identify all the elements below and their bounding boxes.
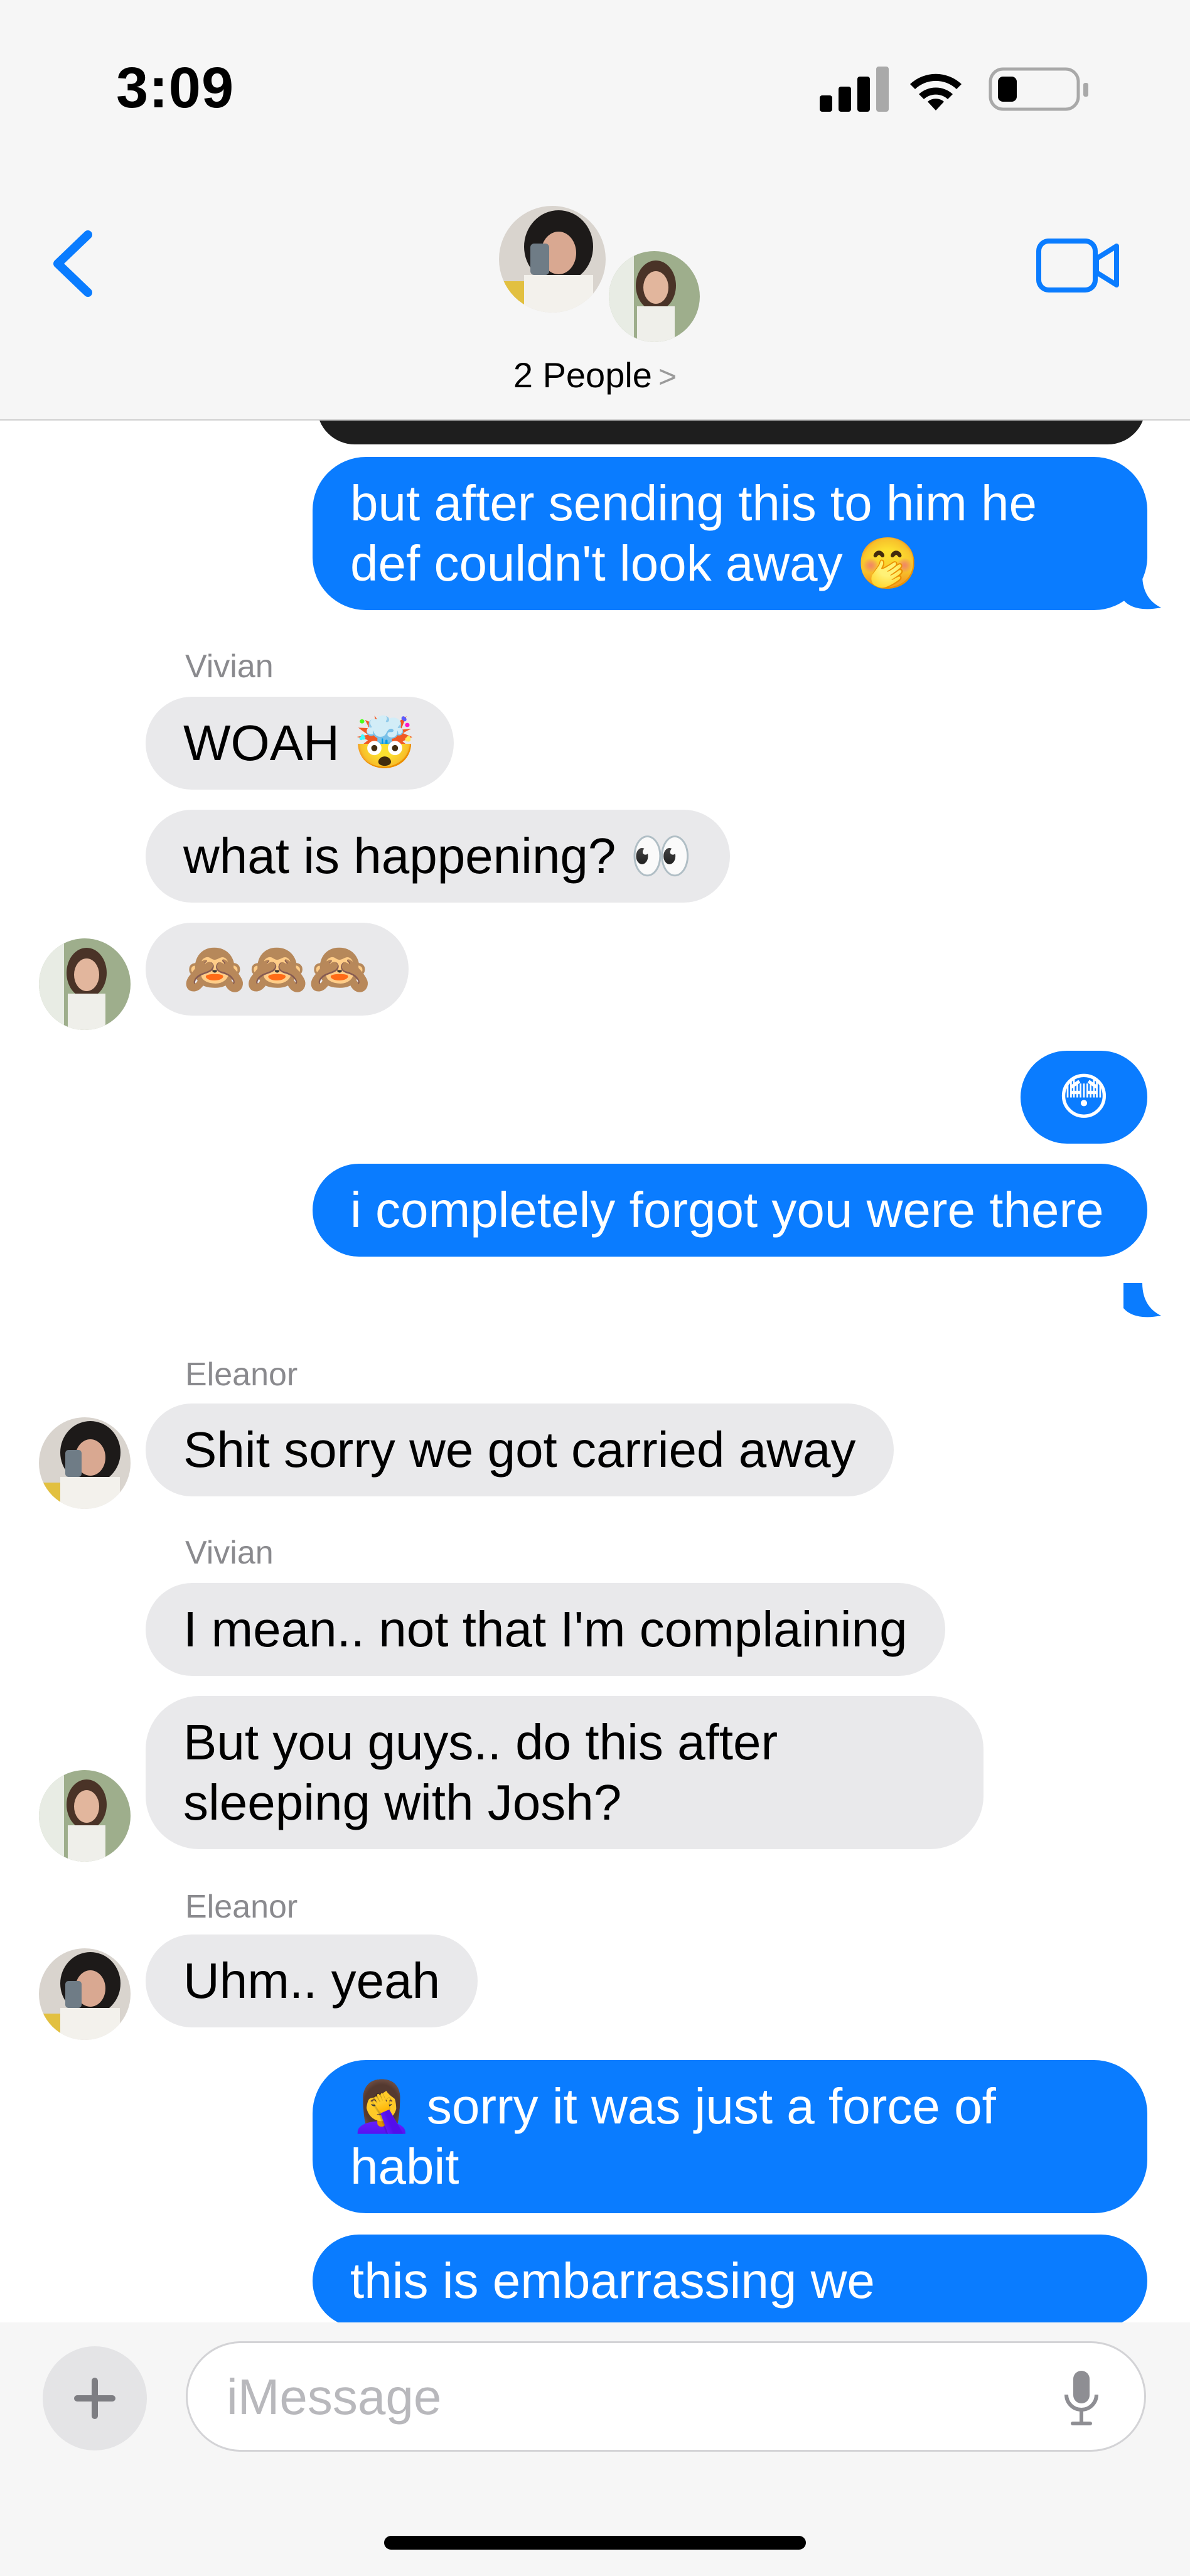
bubble-tail [1123, 575, 1161, 609]
message-incoming[interactable]: Shit sorry we got carried away [146, 1403, 894, 1496]
message-outgoing[interactable]: 😳 [1021, 1051, 1147, 1144]
message-incoming[interactable]: 🙈🙈🙈 [146, 923, 409, 1016]
plus-icon [74, 2378, 115, 2419]
status-time: 3:09 [116, 56, 235, 120]
avatar-vivian[interactable] [606, 248, 703, 345]
image-attachment[interactable] [317, 419, 1145, 444]
message-incoming[interactable]: WOAH 🤯 [146, 697, 454, 790]
sender-name: Eleanor [185, 1356, 298, 1393]
sender-name: Vivian [185, 1535, 274, 1571]
message-outgoing[interactable]: but after sending this to him he def cou… [313, 457, 1147, 610]
message-incoming[interactable]: But you guys.. do this after sleeping wi… [146, 1696, 984, 1849]
message-incoming[interactable]: Uhm.. yeah [146, 1935, 478, 2027]
message-incoming[interactable]: I mean.. not that I'm complaining [146, 1583, 945, 1676]
avatar-eleanor[interactable] [39, 1417, 131, 1509]
wifi-icon [910, 73, 962, 110]
message-outgoing[interactable]: this is embarrassing we [313, 2235, 1147, 2322]
status-icons [820, 67, 1088, 112]
video-call-icon[interactable] [1036, 237, 1121, 294]
home-indicator [384, 2536, 806, 2550]
microphone-icon[interactable] [1063, 2368, 1100, 2428]
avatar-eleanor[interactable] [39, 1948, 131, 2040]
message-incoming[interactable]: what is happening? 👀 [146, 810, 731, 903]
message-outgoing[interactable]: 🤦‍♀️ sorry it was just a force of habit [313, 2060, 1147, 2213]
avatar-eleanor[interactable] [499, 206, 606, 313]
sender-name: Vivian [185, 648, 274, 685]
message-input-placeholder: iMessage [227, 2369, 442, 2425]
avatar-vivian[interactable] [39, 1770, 131, 1862]
cellular-signal-icon [820, 67, 889, 112]
message-outgoing[interactable]: i completely forgot you were there [313, 1164, 1147, 1257]
back-chevron-icon[interactable] [44, 226, 100, 301]
avatar-vivian[interactable] [39, 938, 131, 1030]
sender-name: Eleanor [185, 1889, 298, 1925]
conversation-header: 3:09 2 People > [0, 0, 1190, 421]
battery-icon [989, 67, 1088, 111]
message-input[interactable]: iMessage [186, 2341, 1146, 2452]
add-attachment-button[interactable] [43, 2346, 147, 2450]
chevron-right-icon: > [658, 359, 677, 394]
participants-count: 2 People [513, 355, 652, 395]
participants-label[interactable]: 2 People > [0, 355, 1190, 395]
bubble-tail [1123, 1283, 1161, 1318]
message-list[interactable]: but after sending this to him he def cou… [0, 419, 1190, 2322]
